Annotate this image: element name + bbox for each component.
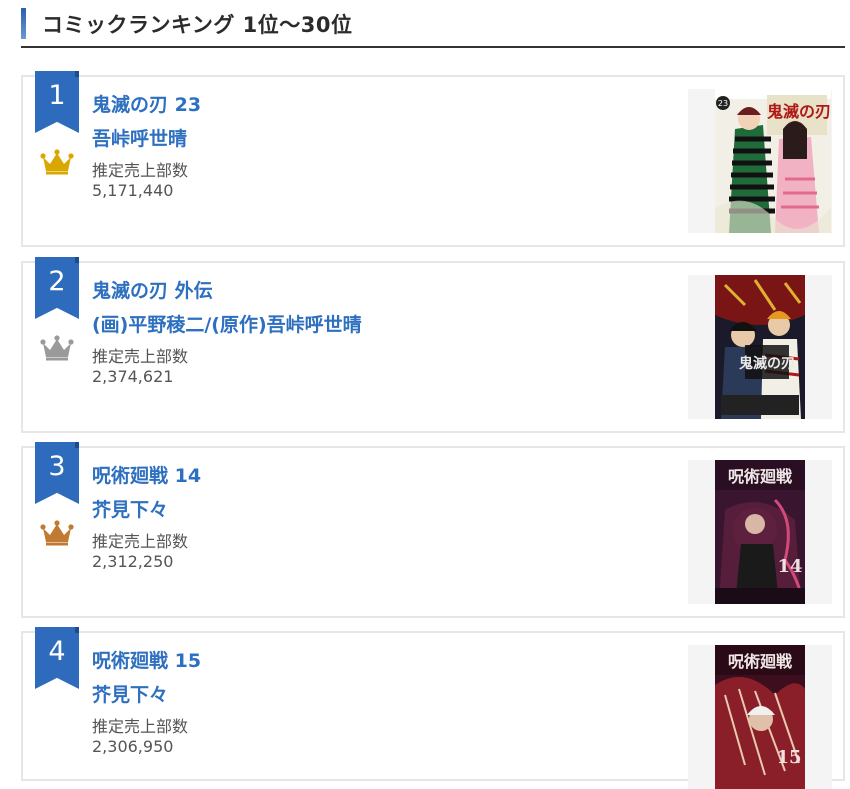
cover-title-text: 呪術廻戦 xyxy=(728,652,793,671)
section-heading: コミックランキング 1位〜30位 xyxy=(21,0,845,48)
cover-image-link[interactable]: 鬼滅の刃 xyxy=(688,275,832,419)
sales-value: 2,312,250 xyxy=(92,552,174,571)
author-link[interactable]: (画)平野稜二/(原作)吾峠呼世晴 xyxy=(92,310,362,337)
sales-label: 推定売上部数 xyxy=(92,161,189,180)
ranking-item-3[interactable]: 3 呪術廻戦 14 芥見下々 推定売上部数 2,312,250 呪術廻戦 14 xyxy=(21,442,845,618)
rank-badge: 3 xyxy=(35,442,79,504)
cover-title-text: 呪術廻戦 xyxy=(728,467,793,486)
rank-badge: 1 xyxy=(35,71,79,133)
cover-image: 呪術廻戦 14 xyxy=(715,460,805,604)
cover-volume-text: 14 xyxy=(777,556,802,577)
author-link[interactable]: 芥見下々 xyxy=(92,495,168,522)
author-link[interactable]: 芥見下々 xyxy=(92,680,168,707)
comic-title-link[interactable]: 鬼滅の刃 外伝 xyxy=(92,276,213,303)
cover-title-text: 鬼滅の刃 xyxy=(739,355,795,372)
comic-title-link[interactable]: 鬼滅の刃 23 xyxy=(92,90,201,117)
ranking-item-2[interactable]: 2 鬼滅の刃 外伝 (画)平野稜二/(原作)吾峠呼世晴 推定売上部数 2,374… xyxy=(21,257,845,433)
ranking-item-1[interactable]: 1 鬼滅の刃 23 吾峠呼世晴 推定売上部数 5,171,440 23 鬼滅の刃 xyxy=(21,71,845,247)
page-title: コミックランキング 1位〜30位 xyxy=(42,13,353,37)
cover-volume-text: 15 xyxy=(776,747,801,768)
sales-label: 推定売上部数 xyxy=(92,717,189,736)
bronze-crown-icon xyxy=(40,520,74,546)
cover-image-link[interactable]: 23 鬼滅の刃 xyxy=(688,89,832,233)
sales-label: 推定売上部数 xyxy=(92,532,189,551)
cover-image: 鬼滅の刃 xyxy=(715,275,805,419)
silver-crown-icon xyxy=(40,335,74,361)
sales-value: 2,374,621 xyxy=(92,367,174,386)
sales-value: 2,306,950 xyxy=(92,737,174,756)
gold-crown-icon xyxy=(40,149,74,175)
cover-image-link[interactable]: 呪術廻戦 14 xyxy=(688,460,832,604)
heading-accent-bar xyxy=(21,8,26,39)
sales-label: 推定売上部数 xyxy=(92,347,189,366)
cover-image: 呪術廻戦 15 xyxy=(715,645,805,789)
comic-title-link[interactable]: 呪術廻戦 15 xyxy=(92,646,201,673)
comic-title-link[interactable]: 呪術廻戦 14 xyxy=(92,461,201,488)
rank-badge: 2 xyxy=(35,257,79,319)
author-link[interactable]: 吾峠呼世晴 xyxy=(92,124,187,151)
cover-image: 23 鬼滅の刃 xyxy=(715,89,831,233)
cover-image-link[interactable]: 呪術廻戦 15 xyxy=(688,645,832,789)
sales-value: 5,171,440 xyxy=(92,181,174,200)
rank-badge: 4 xyxy=(35,627,79,689)
cover-volume-text: 23 xyxy=(718,99,728,108)
ranking-item-4[interactable]: 4 呪術廻戦 15 芥見下々 推定売上部数 2,306,950 呪術廻戦 15 xyxy=(21,627,845,789)
cover-title-text: 鬼滅の刃 xyxy=(767,102,831,121)
